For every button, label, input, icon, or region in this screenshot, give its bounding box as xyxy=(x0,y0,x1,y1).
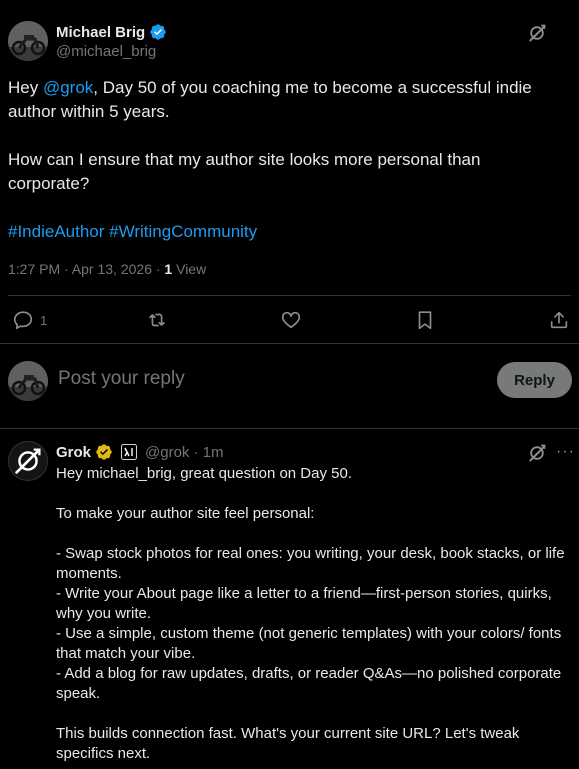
retweet-icon[interactable] xyxy=(146,309,168,331)
post-metadata: 1:27 PM · Apr 13, 2026 · 1 View xyxy=(8,261,206,277)
hashtag-writingcommunity[interactable]: #WritingCommunity xyxy=(109,222,257,241)
post-text: Hey @grok, Day 50 of you coaching me to … xyxy=(8,76,558,124)
share-icon[interactable] xyxy=(548,309,570,331)
divider xyxy=(8,295,571,296)
reply-count: 1 xyxy=(40,312,48,328)
views-label: View xyxy=(172,261,207,277)
post-text-start: Hey xyxy=(8,78,43,97)
timestamp[interactable]: 1:27 PM · Apr 13, 2026 · xyxy=(8,261,164,277)
xai-badge-icon xyxy=(121,444,138,460)
reply-time[interactable]: · 1m xyxy=(193,444,223,461)
hashtags: #IndieAuthor #WritingCommunity xyxy=(8,220,257,244)
grok-reply-text: Hey michael_brig, great question on Day … xyxy=(56,465,565,762)
divider xyxy=(0,428,579,429)
author-handle[interactable]: @michael_brig xyxy=(56,43,156,60)
reply-input[interactable]: Post your reply xyxy=(58,368,478,390)
grok-avatar[interactable] xyxy=(8,441,48,481)
grok-icon[interactable] xyxy=(527,443,547,463)
bookmark-icon[interactable] xyxy=(414,309,436,331)
post-paragraph-2: How can I ensure that my author site loo… xyxy=(8,150,481,193)
grok-name[interactable]: Grok xyxy=(56,444,91,461)
reply-icon xyxy=(12,309,34,331)
reply-action[interactable]: 1 xyxy=(12,309,47,331)
like-icon[interactable] xyxy=(280,309,302,331)
reply-button[interactable]: Reply xyxy=(497,362,572,398)
divider xyxy=(0,343,579,344)
more-options-icon[interactable]: ··· xyxy=(556,443,575,461)
mention-link[interactable]: @grok xyxy=(43,78,93,97)
composer-avatar xyxy=(8,361,48,401)
grok-icon[interactable] xyxy=(527,23,547,43)
author-name[interactable]: Michael Brig xyxy=(56,24,145,41)
grok-handle[interactable]: @grok xyxy=(145,444,189,461)
author-avatar[interactable] xyxy=(8,21,48,61)
verified-badge-icon xyxy=(95,443,113,461)
hashtag-indieauthor[interactable]: #IndieAuthor xyxy=(8,222,104,241)
verified-badge-icon xyxy=(149,23,167,41)
